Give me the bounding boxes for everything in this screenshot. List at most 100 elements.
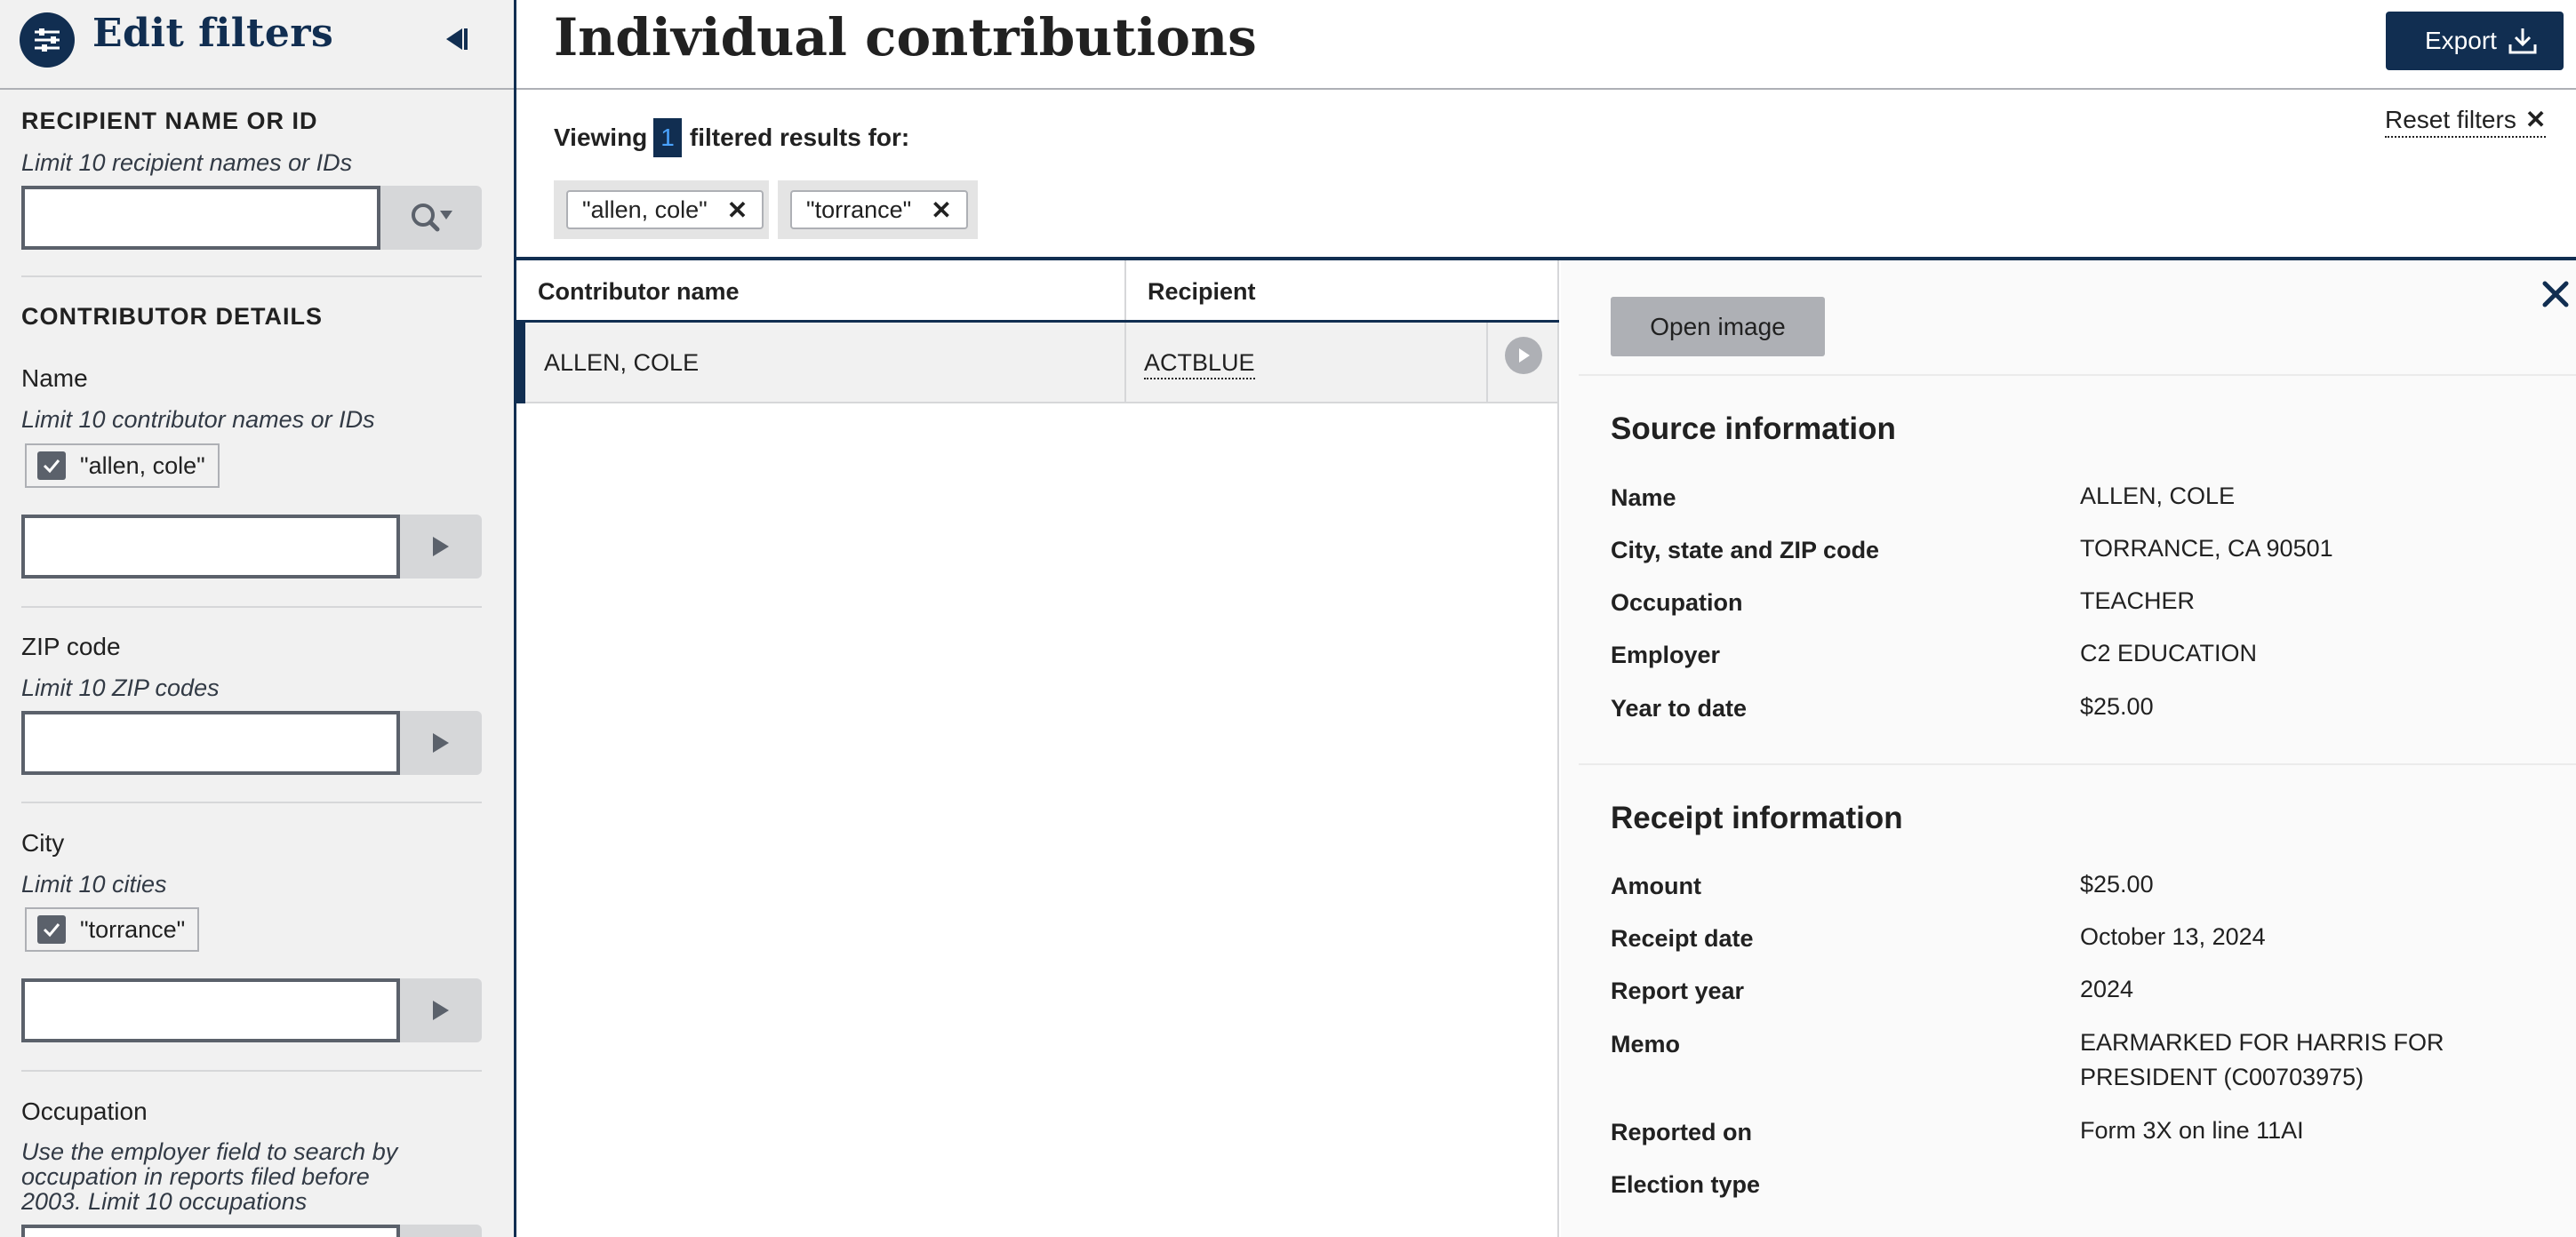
close-icon: ✕ [2524, 106, 2547, 133]
results-summary: Viewing 1 filtered results for: [554, 118, 909, 157]
search-dropdown-icon [412, 204, 452, 232]
receipt-key: Memo [1611, 1031, 1681, 1057]
sidebar-header: Edit filters [0, 0, 514, 90]
name-input[interactable] [21, 515, 400, 579]
cell-recipient-link[interactable]: ACTBLUE [1144, 349, 1255, 379]
recipient-search-button[interactable] [380, 186, 482, 250]
receipt-key: Reported on [1611, 1119, 1752, 1145]
city-input[interactable] [21, 978, 400, 1042]
active-filter-wrap: "allen, cole" ✕ [554, 180, 769, 239]
city-filter-tag[interactable]: "torrance" [25, 907, 200, 952]
source-key: Year to date [1611, 695, 1748, 722]
sidebar-title: Edit filters [92, 11, 334, 56]
results-table: Contributor name Recipient ALLEN, COLE A… [516, 260, 1559, 1237]
name-hint: Limit 10 contributor names or IDs [21, 406, 375, 433]
occupation-submit-button[interactable] [400, 1225, 482, 1237]
zip-label: ZIP code [21, 633, 121, 660]
cell-contributor-name: ALLEN, COLE [544, 349, 700, 376]
receipt-value: Form 3X on line 11AI [2080, 1117, 2304, 1144]
page-header: Individual contributions Export [516, 0, 2576, 90]
recipient-hint: Limit 10 recipient names or IDs [21, 149, 353, 176]
receipt-value: EARMARKED FOR HARRIS FOR PRESIDENT (C007… [2080, 1029, 2444, 1090]
divider [21, 1070, 482, 1072]
name-filter-tag-label: "allen, cole" [80, 451, 205, 479]
divider [1579, 374, 2576, 376]
table-row[interactable]: ALLEN, COLE ACTBLUE [516, 323, 1557, 403]
column-separator [1486, 323, 1488, 402]
source-value: TEACHER [2080, 587, 2196, 614]
close-icon[interactable]: ✕ [931, 196, 951, 225]
recipient-search-input[interactable] [21, 186, 380, 250]
column-header-recipient[interactable]: Recipient [1126, 260, 1557, 322]
zip-submit-button[interactable] [400, 711, 482, 775]
viewing-prefix: Viewing [554, 124, 648, 151]
source-value: ALLEN, COLE [2080, 483, 2236, 509]
active-filter-label: "allen, cole" [582, 196, 708, 223]
selected-row-indicator [516, 323, 525, 403]
contributor-section-title: CONTRIBUTOR DETAILS [21, 303, 323, 330]
source-key: Occupation [1611, 589, 1743, 616]
occupation-input[interactable] [21, 1225, 400, 1237]
receipt-value: October 13, 2024 [2080, 923, 2266, 950]
occupation-hint-line: occupation in reports filed before [21, 1163, 370, 1190]
city-hint: Limit 10 cities [21, 871, 167, 898]
result-count-badge: 1 [653, 118, 682, 157]
main-content: Individual contributions Export Viewing … [516, 0, 2576, 1237]
close-icon[interactable]: ✕ [727, 196, 748, 225]
source-value: TORRANCE, CA 90501 [2080, 535, 2333, 562]
column-header-contributor-name[interactable]: Contributor name [516, 260, 1124, 322]
export-button[interactable]: Export [2386, 12, 2564, 70]
page-title: Individual contributions [554, 7, 1257, 68]
filters-sidebar: Edit filters RECIPIENT NAME OR ID Limit … [0, 0, 516, 1237]
receipt-key: Election type [1611, 1171, 1761, 1198]
export-label: Export [2425, 27, 2497, 54]
city-filter-tag-label: "torrance" [80, 915, 186, 943]
receipt-key: Report year [1611, 978, 1745, 1004]
checkbox[interactable] [37, 451, 66, 480]
divider [21, 802, 482, 803]
source-information-heading: Source information [1611, 411, 1896, 446]
source-value: $25.00 [2080, 693, 2154, 720]
city-submit-button[interactable] [400, 978, 482, 1042]
receipt-key: Amount [1611, 873, 1701, 899]
source-value: C2 EDUCATION [2080, 640, 2258, 666]
receipt-information-heading: Receipt information [1611, 801, 1903, 835]
play-circle-icon[interactable] [1505, 337, 1542, 374]
receipt-value: $25.00 [2080, 871, 2154, 898]
detail-panel: Open image Source information Name ALLEN… [1561, 260, 2576, 1237]
source-key: Employer [1611, 642, 1721, 668]
active-filter-wrap: "torrance" ✕ [778, 180, 978, 239]
receipt-value: 2024 [2080, 976, 2134, 1002]
reset-filters-link[interactable]: Reset filters ✕ [2385, 105, 2547, 138]
check-icon [43, 459, 60, 474]
occupation-hint-line: Use the employer field to search by [21, 1138, 398, 1165]
download-icon [2508, 28, 2537, 54]
name-label: Name [21, 364, 88, 392]
play-arrow-icon [433, 537, 449, 556]
recipient-section-title: RECIPIENT NAME OR ID [21, 108, 318, 134]
occupation-label: Occupation [21, 1097, 148, 1125]
check-icon [43, 923, 60, 938]
occupation-hint-line: 2003. Limit 10 occupations [21, 1188, 308, 1215]
zip-input[interactable] [21, 711, 400, 775]
reset-filters-label: Reset filters [2385, 106, 2516, 133]
column-separator [1124, 323, 1126, 402]
active-filter-pill[interactable]: "torrance" ✕ [790, 190, 968, 229]
active-filter-label: "torrance" [806, 196, 912, 223]
close-icon[interactable] [2538, 276, 2573, 312]
checkbox[interactable] [37, 915, 66, 944]
open-image-button[interactable]: Open image [1611, 297, 1825, 356]
name-submit-button[interactable] [400, 515, 482, 579]
divider [21, 606, 482, 608]
collapse-left-icon[interactable] [436, 21, 475, 57]
divider [21, 275, 482, 277]
source-key: Name [1611, 484, 1676, 511]
name-filter-tag[interactable]: "allen, cole" [25, 443, 220, 488]
filter-sliders-icon [20, 12, 75, 68]
active-filter-pill[interactable]: "allen, cole" ✕ [566, 190, 764, 229]
play-arrow-icon [433, 733, 449, 753]
receipt-key: Receipt date [1611, 925, 1754, 952]
viewing-suffix: filtered results for: [689, 124, 910, 151]
play-arrow-icon [433, 1001, 449, 1020]
divider [1579, 763, 2576, 765]
